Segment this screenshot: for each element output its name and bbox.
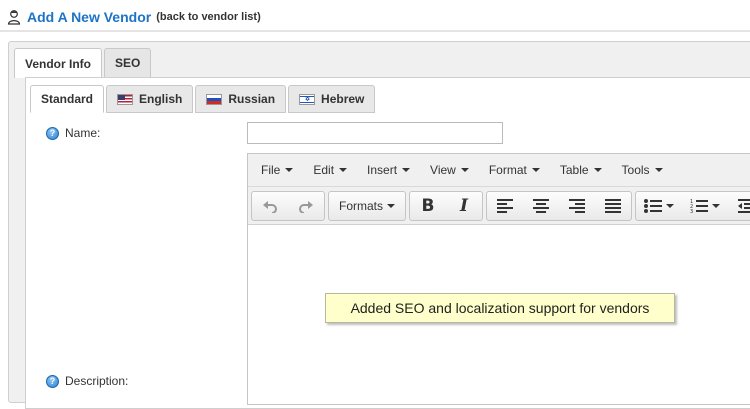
il-flag-icon: ✡ [299,93,316,105]
caret-down-icon [593,168,602,172]
caret-down-icon [666,203,675,208]
redo-button[interactable] [288,192,324,220]
caret-down-icon [531,168,540,172]
editor-menubar: File Edit Insert View Format Table Tools [248,154,750,187]
description-label: Description: [65,374,129,388]
align-left-button[interactable] [487,192,523,220]
redo-icon [299,200,313,213]
caret-down-icon [387,203,396,208]
align-justify-icon [605,198,622,213]
description-label-row: ? Description: [46,374,128,388]
list-group: 123 [635,190,750,221]
text-style-group: B I [409,190,484,221]
italic-button[interactable]: I [446,192,482,220]
caret-down-icon [460,168,469,172]
tab-standard[interactable]: Standard [30,85,105,113]
menu-file[interactable]: File [251,154,303,186]
bullet-list-icon [644,198,663,213]
help-icon[interactable]: ? [46,126,59,140]
header-divider [0,30,750,32]
caret-down-icon [402,168,411,172]
menu-format[interactable]: Format [479,154,550,186]
tab-vendor-info[interactable]: Vendor Info [14,48,102,78]
help-icon[interactable]: ? [46,374,59,388]
menu-insert[interactable]: Insert [357,154,420,186]
back-to-vendor-list-link[interactable]: back to vendor list [160,11,257,23]
italic-icon: I [460,195,468,216]
align-justify-button[interactable] [595,192,631,220]
name-input[interactable] [247,122,503,144]
back-link-wrapper: (back to vendor list) [156,11,261,23]
bold-button[interactable]: B [410,192,446,220]
tab-russian[interactable]: Russian [195,85,287,113]
name-label: Name: [65,126,101,140]
align-center-button[interactable] [523,192,559,220]
caret-down-icon [712,203,721,208]
align-right-button[interactable] [559,192,595,220]
history-group [251,190,325,221]
menu-table[interactable]: Table [550,154,612,186]
formats-dropdown[interactable]: Formats [329,192,405,220]
align-left-icon [497,198,514,213]
undo-button[interactable] [252,192,288,220]
tab-seo[interactable]: SEO [104,48,152,77]
menu-edit[interactable]: Edit [303,154,357,186]
bold-icon: B [421,195,435,216]
bullet-list-button[interactable] [636,192,682,220]
svg-text:3: 3 [690,209,693,213]
outdent-icon [738,198,750,213]
feature-tooltip: Added SEO and localization support for v… [325,293,675,323]
user-icon [7,10,21,25]
language-tabs: Standard English Russian ✡ Hebrew [30,85,376,113]
undo-icon [263,200,277,213]
rich-text-editor: File Edit Insert View Format Table Tools… [247,153,750,405]
tab-hebrew[interactable]: ✡ Hebrew [288,85,376,113]
name-label-row: ? Name: [46,126,100,140]
alignment-group [486,190,633,221]
caret-down-icon [339,168,348,172]
formats-group: Formats [328,190,407,221]
menu-view[interactable]: View [420,154,479,186]
numbered-list-button[interactable]: 123 [682,192,728,220]
caret-down-icon [285,168,294,172]
us-flag-icon [117,93,134,105]
main-tabs: Vendor Info SEO [14,48,152,78]
numbered-list-icon: 123 [690,199,709,213]
caret-down-icon [654,168,663,172]
align-center-icon [533,198,550,213]
menu-tools[interactable]: Tools [612,154,673,186]
outdent-button[interactable] [728,192,750,220]
ru-flag-icon [206,93,223,105]
editor-toolbar: Formats B I 123 [248,187,750,225]
page-title: Add A New Vendor [27,9,152,25]
align-right-icon [569,198,586,213]
page-header: Add A New Vendor (back to vendor list) [6,6,261,28]
tab-english[interactable]: English [106,85,194,113]
